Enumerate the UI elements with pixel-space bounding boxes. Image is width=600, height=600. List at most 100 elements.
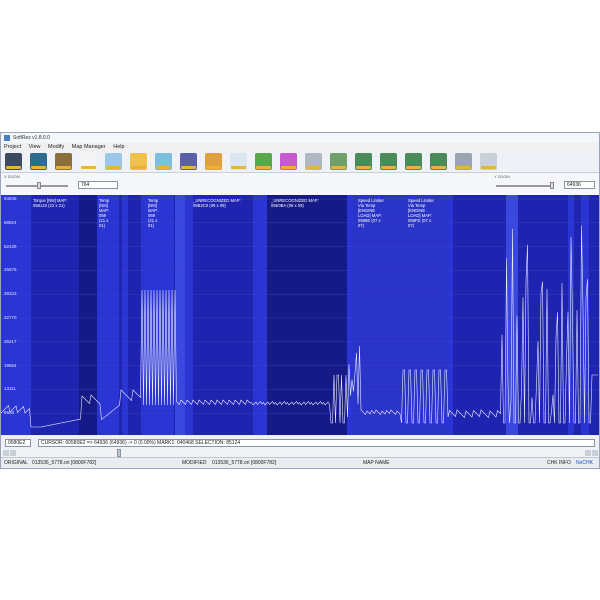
map-tool-3-icon[interactable] xyxy=(405,153,422,170)
toolbar-caption xyxy=(206,166,221,169)
original-file: 013536_5778.ori [0800F782] xyxy=(32,460,97,466)
toolbar-caption xyxy=(331,166,346,169)
y-tick-label: 13111 xyxy=(4,386,16,392)
original-label: ORIGINAL xyxy=(4,460,28,466)
scroll-next-icon[interactable] xyxy=(592,450,598,456)
color-wheel-icon[interactable] xyxy=(280,153,297,170)
toolbar-caption xyxy=(106,166,121,169)
check-icon[interactable] xyxy=(255,153,272,170)
toolbar-caption xyxy=(281,166,296,169)
map-name-label: MAP NAME xyxy=(363,460,390,466)
cursor-info-field: CURSOR: 00580E2 => 64936 (64936) -> 0 (0… xyxy=(38,439,595,447)
menu-help[interactable]: Help xyxy=(113,144,124,150)
map-label-torque: Torque [NM] MAP: 058122 (22 x 21) xyxy=(33,198,68,208)
scroll-prev-icon[interactable] xyxy=(585,450,591,456)
screen-icon[interactable] xyxy=(230,153,247,170)
file-status-bar: ORIGINAL 013536_5778.ori [0800F782] MODI… xyxy=(1,457,599,468)
y-tick-label: 58924 xyxy=(4,219,17,225)
toolbar-caption xyxy=(456,166,471,169)
modified-file: 013536_5778.ori [0800F782] xyxy=(212,460,277,466)
menu-modify[interactable]: Modify xyxy=(48,144,64,150)
map-region-band xyxy=(403,195,447,435)
toolbar-caption xyxy=(56,166,71,169)
chart-icon[interactable] xyxy=(330,153,347,170)
map-tool-4-icon[interactable] xyxy=(430,153,447,170)
map-label-temp-1: Temp [NM] MAP: 059 (21 x 01) xyxy=(99,198,110,228)
app-icon xyxy=(4,135,10,141)
x-zoom-field[interactable]: 764 xyxy=(78,181,118,189)
y-tick-label: 45876 xyxy=(4,267,17,273)
y-zoom-slider[interactable] xyxy=(496,185,554,187)
hex-map-chart[interactable]: 64936 58924 52429 45876 39323 32770 26217 19664… xyxy=(1,195,599,435)
toolbar-caption xyxy=(6,166,21,169)
export-icon[interactable] xyxy=(155,153,172,170)
toolbar xyxy=(1,151,599,173)
map-region-band xyxy=(122,195,128,435)
y-tick-label: 6558 xyxy=(4,410,15,416)
y-tick-label: 26217 xyxy=(4,338,17,344)
modified-label: MODIFIED xyxy=(182,460,207,466)
toolbar-caption xyxy=(356,166,371,169)
address-field[interactable]: 0580E2 xyxy=(5,439,31,447)
calculator-icon[interactable] xyxy=(305,153,322,170)
app-window: SoftRez v1.8.0.0 Project View Modify Map… xyxy=(0,132,600,469)
y-tick-label: 32770 xyxy=(4,315,17,320)
toolbar-caption xyxy=(256,166,271,169)
open-project-icon[interactable] xyxy=(5,153,22,170)
nochk-label: NoCHK xyxy=(576,460,593,466)
map-region-band xyxy=(185,195,193,435)
pencil-icon[interactable] xyxy=(205,153,222,170)
map-tool-2-icon[interactable] xyxy=(380,153,397,170)
menu-map-manager[interactable]: Map Manager xyxy=(72,144,106,150)
toolbar-caption xyxy=(156,166,171,169)
horizontal-scrollbar[interactable] xyxy=(1,449,599,457)
pause-icon[interactable] xyxy=(455,153,472,170)
zoom-row: X ZOOM 764 Y ZOOM 64936 xyxy=(1,173,599,195)
toolbar-caption xyxy=(181,166,196,169)
toolbar-caption xyxy=(31,166,46,169)
map-label-unrecognized-1: _UNRECOGNIZED MAP: 05B2C0 (09 x 09) xyxy=(193,198,241,208)
scroll-left-icon[interactable] xyxy=(3,450,9,456)
y-tick-label: 39323 xyxy=(4,291,17,297)
map-tool-icon[interactable] xyxy=(355,153,372,170)
map-region-band xyxy=(253,195,267,435)
map-label-unrecognized-2: _UNRECOGNIZED MAP: 05E0BA (09 x 09) xyxy=(271,198,319,208)
save-icon[interactable] xyxy=(55,153,72,170)
toolbar-caption xyxy=(131,166,146,169)
document-icon[interactable] xyxy=(80,153,97,170)
map-label-temp-2: Temp [NM] MAP: 059 (21 x 01) xyxy=(148,198,159,228)
chart-canvas[interactable] xyxy=(1,195,599,435)
map-region-band xyxy=(97,195,119,435)
y-tick-label: 19664 xyxy=(4,362,17,368)
toolbar-caption xyxy=(381,166,396,169)
toolbar-caption xyxy=(231,166,246,169)
y-tick-label: 64936 xyxy=(4,196,17,201)
map-label-speed-limiter-2: Speed Limiter Via Temp [ENGINE LOAD] MAP… xyxy=(408,198,434,228)
toolbar-caption xyxy=(431,166,446,169)
window-title: SoftRez v1.8.0.0 xyxy=(13,135,50,141)
map-region-band xyxy=(447,195,453,435)
toolbar-caption xyxy=(306,166,321,169)
title-bar: SoftRez v1.8.0.0 xyxy=(1,133,599,143)
y-zoom-thumb[interactable] xyxy=(550,182,554,189)
x-zoom-label: X ZOOM xyxy=(4,174,20,179)
folder-icon[interactable] xyxy=(130,153,147,170)
compare-icon[interactable] xyxy=(30,153,47,170)
y-zoom-field[interactable]: 64936 xyxy=(564,181,595,189)
scroll-right-icon[interactable] xyxy=(10,450,16,456)
menu-project[interactable]: Project xyxy=(4,144,21,150)
info-icon[interactable] xyxy=(480,153,497,170)
toolbar-caption xyxy=(406,166,421,169)
y-zoom-label: Y ZOOM xyxy=(494,174,510,179)
toolbar-caption xyxy=(81,166,96,169)
toolbar-caption xyxy=(481,166,496,169)
chk-info-label: CHK INFO xyxy=(547,460,571,466)
scroll-thumb[interactable] xyxy=(117,449,121,457)
map-label-speed-limiter-1: Speed Limiter Via Temp [ENGINE LOAD] MAP… xyxy=(358,198,384,228)
y-tick-label: 52429 xyxy=(4,243,17,249)
floppy-icon[interactable] xyxy=(180,153,197,170)
x-zoom-thumb[interactable] xyxy=(37,182,41,189)
menu-bar: Project View Modify Map Manager Help xyxy=(1,143,599,151)
image-icon[interactable] xyxy=(105,153,122,170)
menu-view[interactable]: View xyxy=(29,144,41,150)
